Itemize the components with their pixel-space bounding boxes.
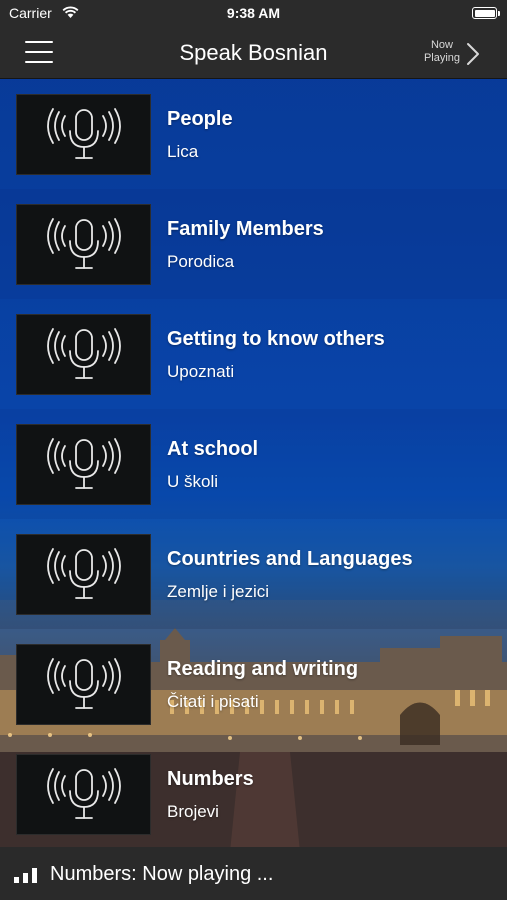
signal-bars-icon	[14, 868, 37, 883]
lesson-subtitle: Brojevi	[167, 802, 219, 821]
lesson-title: At school	[167, 438, 259, 460]
now-playing-text: Numbers: Now playing ...	[50, 863, 274, 885]
status-bar: Carrier 9:38 AM	[0, 0, 507, 28]
battery-icon	[472, 7, 497, 19]
lesson-row[interactable]: Reading and writing Čitati i pisati	[0, 629, 507, 739]
lesson-thumbnail	[16, 754, 151, 835]
battery-tip	[498, 11, 500, 16]
lesson-row[interactable]: Countries and Languages Zemlje i jezici	[0, 519, 507, 629]
lesson-title: Numbers	[167, 768, 254, 790]
microphone-broadcast-icon	[47, 218, 121, 269]
microphone-broadcast-icon	[47, 658, 121, 709]
microphone-broadcast-icon	[47, 328, 121, 379]
microphone-broadcast-icon	[47, 768, 121, 819]
lesson-subtitle: U školi	[167, 472, 219, 491]
lesson-row[interactable]: People Lica	[0, 79, 507, 189]
lesson-title: Getting to know others	[167, 328, 385, 350]
microphone-broadcast-icon	[47, 548, 121, 599]
lesson-thumbnail	[16, 204, 151, 285]
now-playing-bar[interactable]: Numbers: Now playing ...	[0, 847, 507, 900]
lesson-title: Family Members	[167, 218, 324, 240]
lesson-thumbnail	[16, 534, 151, 615]
clock: 9:38 AM	[226, 5, 281, 21]
lesson-row[interactable]: Family Members Porodica	[0, 189, 507, 299]
lesson-thumbnail	[16, 314, 151, 395]
chevron-right-icon	[467, 43, 479, 65]
now-playing-line2: Playing	[423, 52, 461, 64]
lesson-subtitle: Porodica	[167, 252, 235, 271]
microphone-broadcast-icon	[47, 438, 121, 489]
lesson-list: People Lica Family Members Porodica Gett…	[0, 79, 507, 849]
lesson-thumbnail	[16, 424, 151, 505]
lesson-subtitle: Lica	[167, 142, 199, 161]
lesson-subtitle: Zemlje i jezici	[167, 582, 270, 601]
lesson-title: Reading and writing	[167, 658, 359, 680]
lesson-title: People	[167, 108, 233, 130]
lesson-row[interactable]: Getting to know others Upoznati	[0, 299, 507, 409]
lesson-subtitle: Čitati i pisati	[167, 692, 259, 711]
microphone-broadcast-icon	[47, 108, 121, 159]
lesson-title: Countries and Languages	[167, 548, 413, 570]
now-playing-button[interactable]: Now Playing	[420, 39, 486, 71]
nav-bar: Speak Bosnian Now Playing	[0, 28, 507, 79]
lesson-thumbnail	[16, 644, 151, 725]
now-playing-label: Now Playing	[420, 39, 464, 65]
lesson-subtitle: Upoznati	[167, 362, 235, 381]
lesson-row[interactable]: Numbers Brojevi	[0, 739, 507, 849]
now-playing-line1: Now	[430, 39, 453, 51]
lesson-thumbnail	[16, 94, 151, 175]
lesson-row[interactable]: At school U školi	[0, 409, 507, 519]
